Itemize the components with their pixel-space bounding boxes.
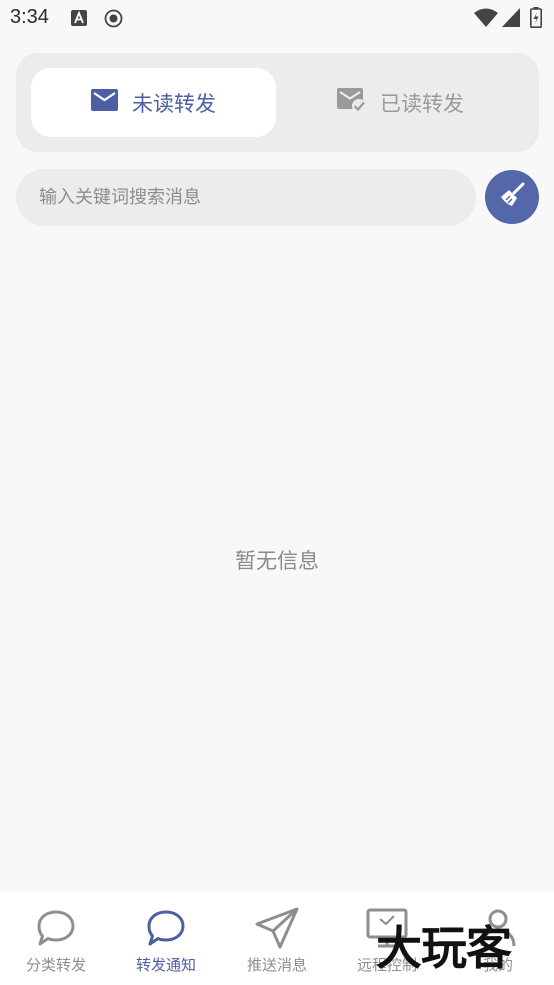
tab-unread[interactable]: 未读转发 [31, 68, 276, 137]
screen: 3:34 未读转发 已读转发 输入关键词搜索消息 暂无信息 分类转发 转发通知 … [0, 0, 554, 985]
watermark: 大玩客 [376, 921, 512, 975]
a-notification-icon [71, 10, 87, 30]
nav-label: 转发通知 [135, 956, 196, 974]
chat-bubble-icon [36, 906, 76, 950]
battery-icon [530, 7, 542, 32]
mail-check-icon [337, 87, 366, 118]
send-icon [255, 906, 299, 950]
nav-label: 推送消息 [246, 956, 307, 974]
empty-state-text: 暂无信息 [235, 549, 319, 573]
nav-item-forward-notify[interactable]: 转发通知 [111, 892, 221, 985]
nav-item-classify[interactable]: 分类转发 [1, 892, 111, 985]
status-time: 3:34 [10, 6, 49, 28]
tab-read-label: 已读转发 [380, 91, 464, 116]
nav-item-push[interactable]: 推送消息 [222, 892, 332, 985]
tab-panel: 未读转发 已读转发 [16, 53, 539, 152]
status-bar: 3:34 [0, 0, 554, 38]
clear-button[interactable] [485, 170, 539, 224]
chat-bubble-icon [146, 906, 186, 950]
chat-notification-icon [104, 9, 123, 32]
signal-icon [502, 8, 520, 31]
search-input[interactable] [39, 187, 476, 208]
nav-label: 分类转发 [25, 956, 86, 974]
mail-icon [91, 89, 118, 116]
tab-unread-label: 未读转发 [132, 91, 216, 116]
broom-icon [498, 181, 526, 213]
tab-read[interactable]: 已读转发 [278, 68, 523, 137]
wifi-icon [474, 8, 498, 32]
search-box [16, 169, 476, 226]
